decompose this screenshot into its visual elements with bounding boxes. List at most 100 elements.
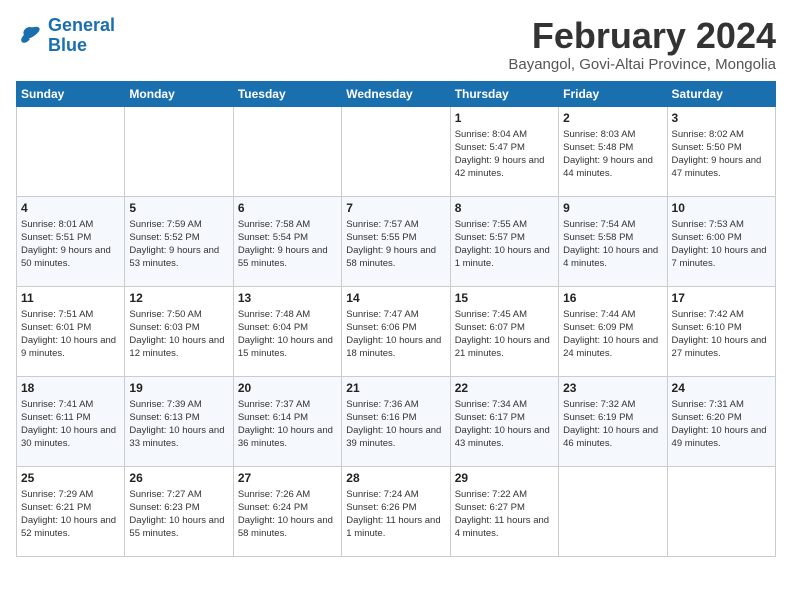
calendar-week-4: 18 Sunrise: 7:41 AM Sunset: 6:11 PM Dayli… xyxy=(17,376,776,466)
day-number: 29 xyxy=(455,471,554,485)
day-number: 15 xyxy=(455,291,554,305)
calendar-cell: 2 Sunrise: 8:03 AM Sunset: 5:48 PM Daylig… xyxy=(559,106,667,196)
day-info: Sunrise: 7:37 AM Sunset: 6:14 PM Dayligh… xyxy=(238,398,337,451)
page-header: General Blue February 2024 Bayangol, Gov… xyxy=(16,16,776,73)
day-number: 2 xyxy=(563,111,662,125)
day-number: 17 xyxy=(672,291,771,305)
calendar-cell: 6Sunrise: 7:58 AM Sunset: 5:54 PM Daylig… xyxy=(233,196,341,286)
day-info: Sunrise: 7:47 AM Sunset: 6:06 PM Dayligh… xyxy=(346,308,445,361)
day-info: Sunrise: 7:59 AM Sunset: 5:52 PM Dayligh… xyxy=(129,218,228,271)
day-number: 14 xyxy=(346,291,445,305)
calendar-cell: 27 Sunrise: 7:26 AM Sunset: 6:24 PM Dayli… xyxy=(233,466,341,556)
day-number: 21 xyxy=(346,381,445,395)
calendar-cell: 12 Sunrise: 7:50 AM Sunset: 6:03 PM Dayli… xyxy=(125,286,233,376)
calendar-week-2: 4Sunrise: 8:01 AM Sunset: 5:51 PM Daylig… xyxy=(17,196,776,286)
day-info: Sunrise: 7:32 AM Sunset: 6:19 PM Dayligh… xyxy=(563,398,662,451)
calendar-cell: 17 Sunrise: 7:42 AM Sunset: 6:10 PM Dayli… xyxy=(667,286,775,376)
calendar-cell: 22 Sunrise: 7:34 AM Sunset: 6:17 PM Dayli… xyxy=(450,376,558,466)
day-info: Sunrise: 7:48 AM Sunset: 6:04 PM Dayligh… xyxy=(238,308,337,361)
day-number: 20 xyxy=(238,381,337,395)
calendar-cell: 21 Sunrise: 7:36 AM Sunset: 6:16 PM Dayli… xyxy=(342,376,450,466)
calendar-cell: 3 Sunrise: 8:02 AM Sunset: 5:50 PM Daylig… xyxy=(667,106,775,196)
day-info: Sunrise: 7:53 AM Sunset: 6:00 PM Dayligh… xyxy=(672,218,771,271)
day-info: Sunrise: 7:39 AM Sunset: 6:13 PM Dayligh… xyxy=(129,398,228,451)
day-number: 27 xyxy=(238,471,337,485)
calendar-cell: 1 Sunrise: 8:04 AM Sunset: 5:47 PM Daylig… xyxy=(450,106,558,196)
day-info: Sunrise: 7:44 AM Sunset: 6:09 PM Dayligh… xyxy=(563,308,662,361)
calendar-cell: 8Sunrise: 7:55 AM Sunset: 5:57 PM Daylig… xyxy=(450,196,558,286)
location-subtitle: Bayangol, Govi-Altai Province, Mongolia xyxy=(508,56,776,73)
calendar-cell xyxy=(233,106,341,196)
day-number: 23 xyxy=(563,381,662,395)
calendar-cell: 13 Sunrise: 7:48 AM Sunset: 6:04 PM Dayli… xyxy=(233,286,341,376)
weekday-header-wednesday: Wednesday xyxy=(342,81,450,106)
day-number: 26 xyxy=(129,471,228,485)
title-block: February 2024 Bayangol, Govi-Altai Provi… xyxy=(508,16,776,73)
day-number: 6 xyxy=(238,201,337,215)
calendar-cell: 16 Sunrise: 7:44 AM Sunset: 6:09 PM Dayli… xyxy=(559,286,667,376)
day-number: 18 xyxy=(21,381,120,395)
day-info: Sunrise: 7:36 AM Sunset: 6:16 PM Dayligh… xyxy=(346,398,445,451)
day-info: Sunrise: 7:22 AM Sunset: 6:27 PM Dayligh… xyxy=(455,488,554,541)
calendar-cell xyxy=(17,106,125,196)
calendar-cell: 11Sunrise: 7:51 AM Sunset: 6:01 PM Dayli… xyxy=(17,286,125,376)
day-info: Sunrise: 8:02 AM Sunset: 5:50 PM Dayligh… xyxy=(672,128,771,181)
day-info: Sunrise: 7:42 AM Sunset: 6:10 PM Dayligh… xyxy=(672,308,771,361)
weekday-header-thursday: Thursday xyxy=(450,81,558,106)
calendar-cell: 26Sunrise: 7:27 AM Sunset: 6:23 PM Dayli… xyxy=(125,466,233,556)
day-info: Sunrise: 7:51 AM Sunset: 6:01 PM Dayligh… xyxy=(21,308,120,361)
day-info: Sunrise: 7:54 AM Sunset: 5:58 PM Dayligh… xyxy=(563,218,662,271)
weekday-header-saturday: Saturday xyxy=(667,81,775,106)
day-info: Sunrise: 7:34 AM Sunset: 6:17 PM Dayligh… xyxy=(455,398,554,451)
weekday-header-friday: Friday xyxy=(559,81,667,106)
day-number: 25 xyxy=(21,471,120,485)
day-info: Sunrise: 7:57 AM Sunset: 5:55 PM Dayligh… xyxy=(346,218,445,271)
calendar-cell: 15 Sunrise: 7:45 AM Sunset: 6:07 PM Dayli… xyxy=(450,286,558,376)
day-number: 16 xyxy=(563,291,662,305)
weekday-header-monday: Monday xyxy=(125,81,233,106)
day-info: Sunrise: 7:55 AM Sunset: 5:57 PM Dayligh… xyxy=(455,218,554,271)
calendar-cell: 14 Sunrise: 7:47 AM Sunset: 6:06 PM Dayli… xyxy=(342,286,450,376)
calendar-table: SundayMondayTuesdayWednesdayThursdayFrid… xyxy=(16,81,776,557)
month-title: February 2024 xyxy=(508,16,776,56)
calendar-cell: 19 Sunrise: 7:39 AM Sunset: 6:13 PM Dayli… xyxy=(125,376,233,466)
day-number: 24 xyxy=(672,381,771,395)
logo-text: General Blue xyxy=(48,16,115,56)
calendar-cell: 18 Sunrise: 7:41 AM Sunset: 6:11 PM Dayli… xyxy=(17,376,125,466)
day-info: Sunrise: 7:45 AM Sunset: 6:07 PM Dayligh… xyxy=(455,308,554,361)
day-number: 19 xyxy=(129,381,228,395)
calendar-cell: 29 Sunrise: 7:22 AM Sunset: 6:27 PM Dayli… xyxy=(450,466,558,556)
day-number: 10 xyxy=(672,201,771,215)
day-number: 1 xyxy=(455,111,554,125)
day-info: Sunrise: 8:01 AM Sunset: 5:51 PM Dayligh… xyxy=(21,218,120,271)
calendar-cell: 23 Sunrise: 7:32 AM Sunset: 6:19 PM Dayli… xyxy=(559,376,667,466)
day-info: Sunrise: 7:41 AM Sunset: 6:11 PM Dayligh… xyxy=(21,398,120,451)
day-info: Sunrise: 8:03 AM Sunset: 5:48 PM Dayligh… xyxy=(563,128,662,181)
day-info: Sunrise: 8:04 AM Sunset: 5:47 PM Dayligh… xyxy=(455,128,554,181)
calendar-cell: 28Sunrise: 7:24 AM Sunset: 6:26 PM Dayli… xyxy=(342,466,450,556)
calendar-cell: 25 Sunrise: 7:29 AM Sunset: 6:21 PM Dayli… xyxy=(17,466,125,556)
day-number: 3 xyxy=(672,111,771,125)
day-info: Sunrise: 7:29 AM Sunset: 6:21 PM Dayligh… xyxy=(21,488,120,541)
day-number: 7 xyxy=(346,201,445,215)
day-number: 13 xyxy=(238,291,337,305)
calendar-week-1: 1 Sunrise: 8:04 AM Sunset: 5:47 PM Daylig… xyxy=(17,106,776,196)
calendar-cell: 7 Sunrise: 7:57 AM Sunset: 5:55 PM Daylig… xyxy=(342,196,450,286)
calendar-cell: 10 Sunrise: 7:53 AM Sunset: 6:00 PM Dayli… xyxy=(667,196,775,286)
calendar-cell xyxy=(559,466,667,556)
day-info: Sunrise: 7:24 AM Sunset: 6:26 PM Dayligh… xyxy=(346,488,445,541)
day-info: Sunrise: 7:26 AM Sunset: 6:24 PM Dayligh… xyxy=(238,488,337,541)
calendar-cell xyxy=(342,106,450,196)
calendar-cell: 4Sunrise: 8:01 AM Sunset: 5:51 PM Daylig… xyxy=(17,196,125,286)
weekday-header-tuesday: Tuesday xyxy=(233,81,341,106)
calendar-cell: 24 Sunrise: 7:31 AM Sunset: 6:20 PM Dayli… xyxy=(667,376,775,466)
day-info: Sunrise: 7:31 AM Sunset: 6:20 PM Dayligh… xyxy=(672,398,771,451)
day-number: 22 xyxy=(455,381,554,395)
calendar-week-3: 11Sunrise: 7:51 AM Sunset: 6:01 PM Dayli… xyxy=(17,286,776,376)
logo: General Blue xyxy=(16,16,115,56)
day-number: 12 xyxy=(129,291,228,305)
calendar-cell: 5Sunrise: 7:59 AM Sunset: 5:52 PM Daylig… xyxy=(125,196,233,286)
weekday-header-sunday: Sunday xyxy=(17,81,125,106)
day-info: Sunrise: 7:50 AM Sunset: 6:03 PM Dayligh… xyxy=(129,308,228,361)
calendar-week-5: 25 Sunrise: 7:29 AM Sunset: 6:21 PM Dayli… xyxy=(17,466,776,556)
